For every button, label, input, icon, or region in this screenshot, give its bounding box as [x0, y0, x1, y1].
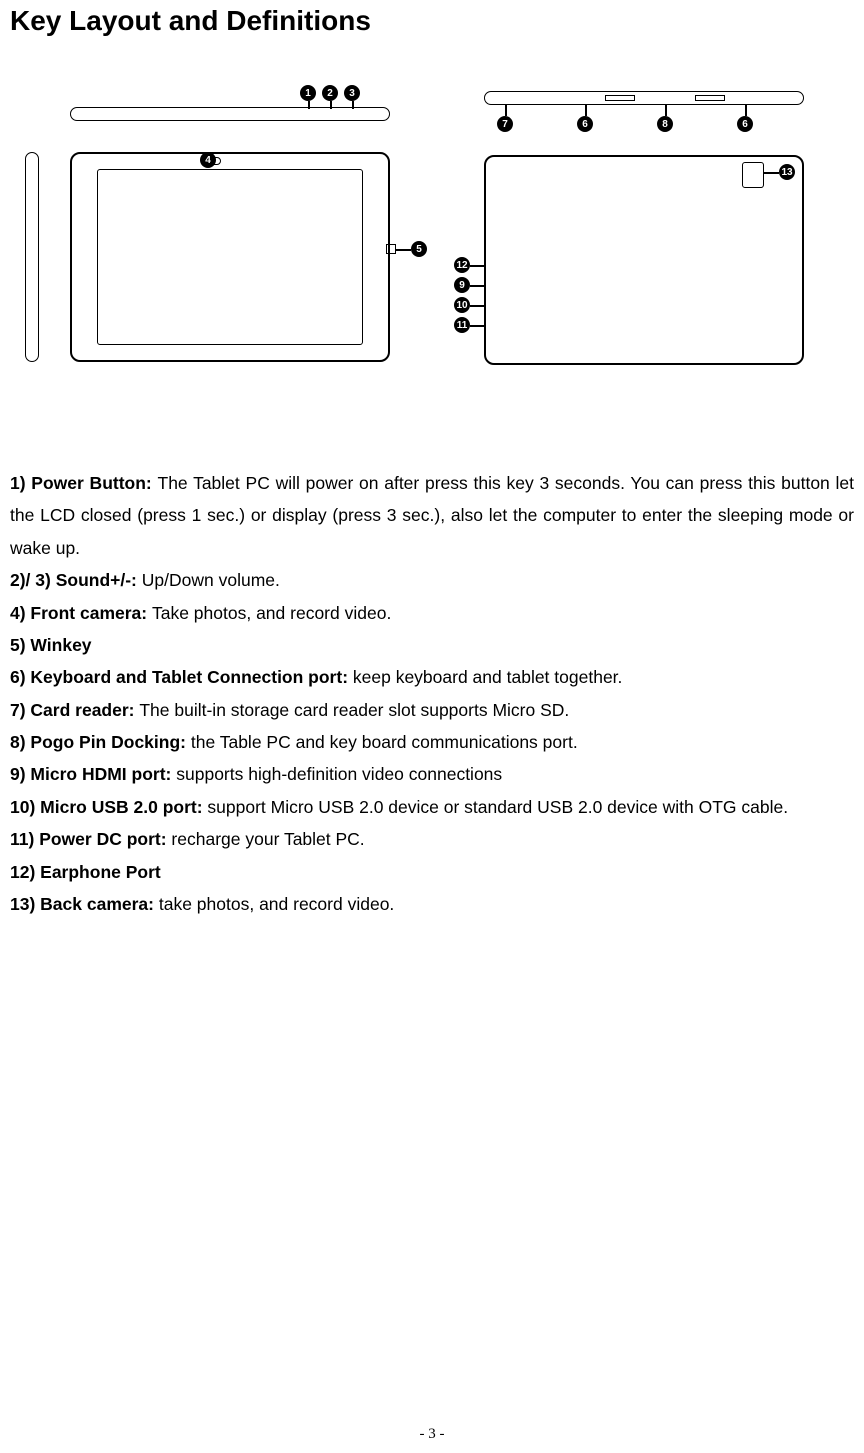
diagram-back-view: 7 6 8 6 13 12 9 10 11: [459, 97, 839, 377]
definition-label: 6) Keyboard and Tablet Connection port:: [10, 667, 353, 687]
tablet-side-edge: [25, 152, 39, 362]
diagram-front-view: 1 2 3 4 5: [25, 97, 405, 377]
definition-item: 2)/ 3) Sound+/-: Up/Down volume.: [10, 564, 854, 596]
callout-line: [470, 265, 485, 267]
definition-label: 10) Micro USB 2.0 port:: [10, 797, 207, 817]
definition-label: 12) Earphone Port: [10, 862, 161, 882]
definition-text: keep keyboard and tablet together.: [353, 667, 623, 687]
definition-item: 1) Power Button: The Tablet PC will powe…: [10, 467, 854, 564]
definition-text: Up/Down volume.: [142, 570, 280, 590]
definition-item: 7) Card reader: The built-in storage car…: [10, 694, 854, 726]
definition-label: 1) Power Button:: [10, 473, 158, 493]
callout-10: 10: [454, 297, 470, 313]
callout-12: 12: [454, 257, 470, 273]
port-mark: [605, 95, 635, 101]
back-camera-icon: [742, 162, 764, 188]
definition-item: 13) Back camera: take photos, and record…: [10, 888, 854, 920]
callout-7: 7: [497, 116, 513, 132]
callout-3: 3: [344, 85, 360, 101]
callout-line: [470, 325, 485, 327]
callout-5: 5: [411, 241, 427, 257]
callout-1: 1: [300, 85, 316, 101]
callout-9: 9: [454, 277, 470, 293]
definition-text: recharge your Tablet PC.: [171, 829, 364, 849]
definition-item: 6) Keyboard and Tablet Connection port: …: [10, 661, 854, 693]
callout-line: [470, 285, 485, 287]
definition-label: 13) Back camera:: [10, 894, 159, 914]
definition-text: take photos, and record video.: [159, 894, 394, 914]
definition-text: Take photos, and record video.: [152, 603, 391, 623]
definition-item: 8) Pogo Pin Docking: the Table PC and ke…: [10, 726, 854, 758]
callout-line: [665, 105, 667, 116]
callout-line: [470, 305, 485, 307]
tablet-top-edge-right: [484, 91, 804, 105]
definition-text: The built-in storage card reader slot su…: [139, 700, 569, 720]
definition-label: 5) Winkey: [10, 635, 92, 655]
definitions-list: 1) Power Button: The Tablet PC will powe…: [10, 467, 854, 920]
callout-line: [745, 105, 747, 116]
callout-11: 11: [454, 317, 470, 333]
tablet-top-edge: [70, 107, 390, 121]
definition-item: 10) Micro USB 2.0 port: support Micro US…: [10, 791, 854, 823]
definition-label: 9) Micro HDMI port:: [10, 764, 176, 784]
definition-text: supports high-definition video connectio…: [176, 764, 502, 784]
winkey-icon: [386, 244, 396, 254]
callout-4: 4: [200, 152, 216, 168]
callout-line: [505, 105, 507, 116]
callout-line: [352, 101, 354, 109]
definition-item: 5) Winkey: [10, 629, 854, 661]
tablet-screen: [97, 169, 363, 345]
diagram-container: 1 2 3 4 5 7 6 8 6 13 12 9 10 11: [10, 97, 854, 377]
definition-label: 4) Front camera:: [10, 603, 152, 623]
tablet-front: [70, 152, 390, 362]
definition-text: the Table PC and key board communication…: [191, 732, 578, 752]
callout-6: 6: [577, 116, 593, 132]
definition-item: 9) Micro HDMI port: supports high-defini…: [10, 758, 854, 790]
callout-line: [330, 101, 332, 109]
definition-item: 4) Front camera: Take photos, and record…: [10, 597, 854, 629]
definition-label: 2)/ 3) Sound+/-:: [10, 570, 142, 590]
callout-line: [308, 101, 310, 109]
callout-13: 13: [779, 164, 795, 180]
page-title: Key Layout and Definitions: [10, 0, 854, 37]
callout-8: 8: [657, 116, 673, 132]
definition-label: 8) Pogo Pin Docking:: [10, 732, 191, 752]
page-number: - 3 -: [420, 1426, 445, 1443]
definition-label: 11) Power DC port:: [10, 829, 171, 849]
definition-item: 11) Power DC port: recharge your Tablet …: [10, 823, 854, 855]
callout-line: [396, 249, 411, 251]
callout-line: [764, 172, 779, 174]
definition-text: support Micro USB 2.0 device or standard…: [207, 797, 788, 817]
port-mark: [695, 95, 725, 101]
callout-line: [585, 105, 587, 116]
callout-6b: 6: [737, 116, 753, 132]
callout-2: 2: [322, 85, 338, 101]
definition-item: 12) Earphone Port: [10, 856, 854, 888]
definition-label: 7) Card reader:: [10, 700, 139, 720]
